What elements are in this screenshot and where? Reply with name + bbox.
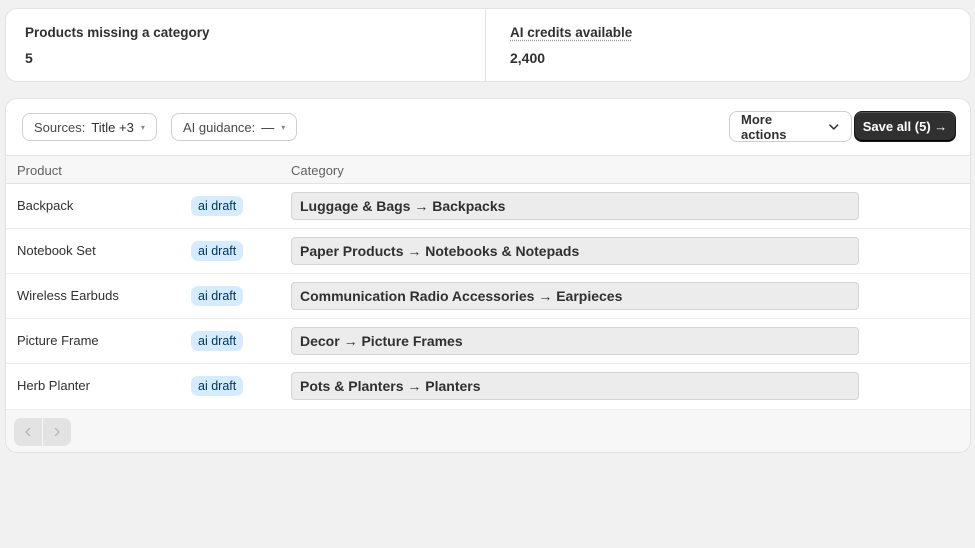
product-name: Notebook Set <box>17 243 96 258</box>
table-header: Product Category <box>6 155 970 184</box>
category-field[interactable]: Paper Products → Notebooks & Notepads <box>291 237 859 265</box>
chevron-left-icon <box>25 427 31 437</box>
previous-page-button[interactable] <box>14 418 42 446</box>
category-field[interactable]: Communication Radio Accessories → Earpie… <box>291 282 859 310</box>
product-name: Backpack <box>17 198 74 213</box>
category-field[interactable]: Decor → Picture Frames <box>291 327 859 355</box>
table-row: Herb Planter ai draft Pots & Planters → … <box>6 364 970 409</box>
stats-card: Products missing a category 5 AI credits… <box>5 8 971 82</box>
product-name: Wireless Earbuds <box>17 288 119 303</box>
ai-guidance-value: — <box>261 119 275 135</box>
product-name: Picture Frame <box>17 333 99 348</box>
caret-down-icon: ▾ <box>281 122 286 132</box>
stat-missing-label: Products missing a category <box>25 25 210 40</box>
table-body: Backpack ai draft Luggage & Bags → Backp… <box>6 184 970 409</box>
caret-down-icon: ▾ <box>140 122 145 132</box>
category-field[interactable]: Pots & Planters → Planters <box>291 372 859 400</box>
category-field[interactable]: Luggage & Bags → Backpacks <box>291 192 859 220</box>
toolbar: Sources: Title +3 ▾ AI guidance: — ▾ Mor… <box>6 99 970 155</box>
chevron-right-icon <box>54 427 60 437</box>
more-actions-button[interactable]: More actions <box>729 111 852 142</box>
ai-draft-badge: ai draft <box>191 286 244 306</box>
table-row: Notebook Set ai draft Paper Products → N… <box>6 229 970 274</box>
ai-draft-badge: ai draft <box>191 196 244 216</box>
stat-credits-label[interactable]: AI credits available <box>510 25 951 40</box>
chevron-down-icon <box>829 123 839 130</box>
stat-missing-category: Products missing a category 5 <box>6 9 485 81</box>
column-header-product: Product <box>17 163 62 178</box>
sources-filter-label: Sources: <box>34 119 86 135</box>
sources-filter-value: Title +3 <box>91 119 134 135</box>
ai-draft-badge: ai draft <box>191 376 244 396</box>
products-card: Sources: Title +3 ▾ AI guidance: — ▾ Mor… <box>5 98 971 453</box>
pagination <box>14 418 71 446</box>
column-header-category: Category <box>291 163 344 178</box>
sources-filter-button[interactable]: Sources: Title +3 ▾ <box>22 113 157 141</box>
ai-guidance-label: AI guidance: <box>183 119 256 135</box>
table-row: Backpack ai draft Luggage & Bags → Backp… <box>6 184 970 229</box>
next-page-button[interactable] <box>43 418 71 446</box>
stat-ai-credits: AI credits available 2,400 <box>485 9 970 81</box>
ai-guidance-filter-button[interactable]: AI guidance: — ▾ <box>171 113 298 141</box>
stat-missing-value: 5 <box>25 50 33 66</box>
table-row: Picture Frame ai draft Decor → Picture F… <box>6 319 970 364</box>
ai-draft-badge: ai draft <box>191 331 244 351</box>
table-row: Wireless Earbuds ai draft Communication … <box>6 274 970 319</box>
product-name: Herb Planter <box>17 378 90 393</box>
more-actions-label: More actions <box>741 111 787 142</box>
ai-draft-badge: ai draft <box>191 241 244 261</box>
stat-credits-value: 2,400 <box>510 50 546 66</box>
table-footer <box>6 409 970 452</box>
save-all-button[interactable]: Save all (5) → <box>854 111 956 142</box>
